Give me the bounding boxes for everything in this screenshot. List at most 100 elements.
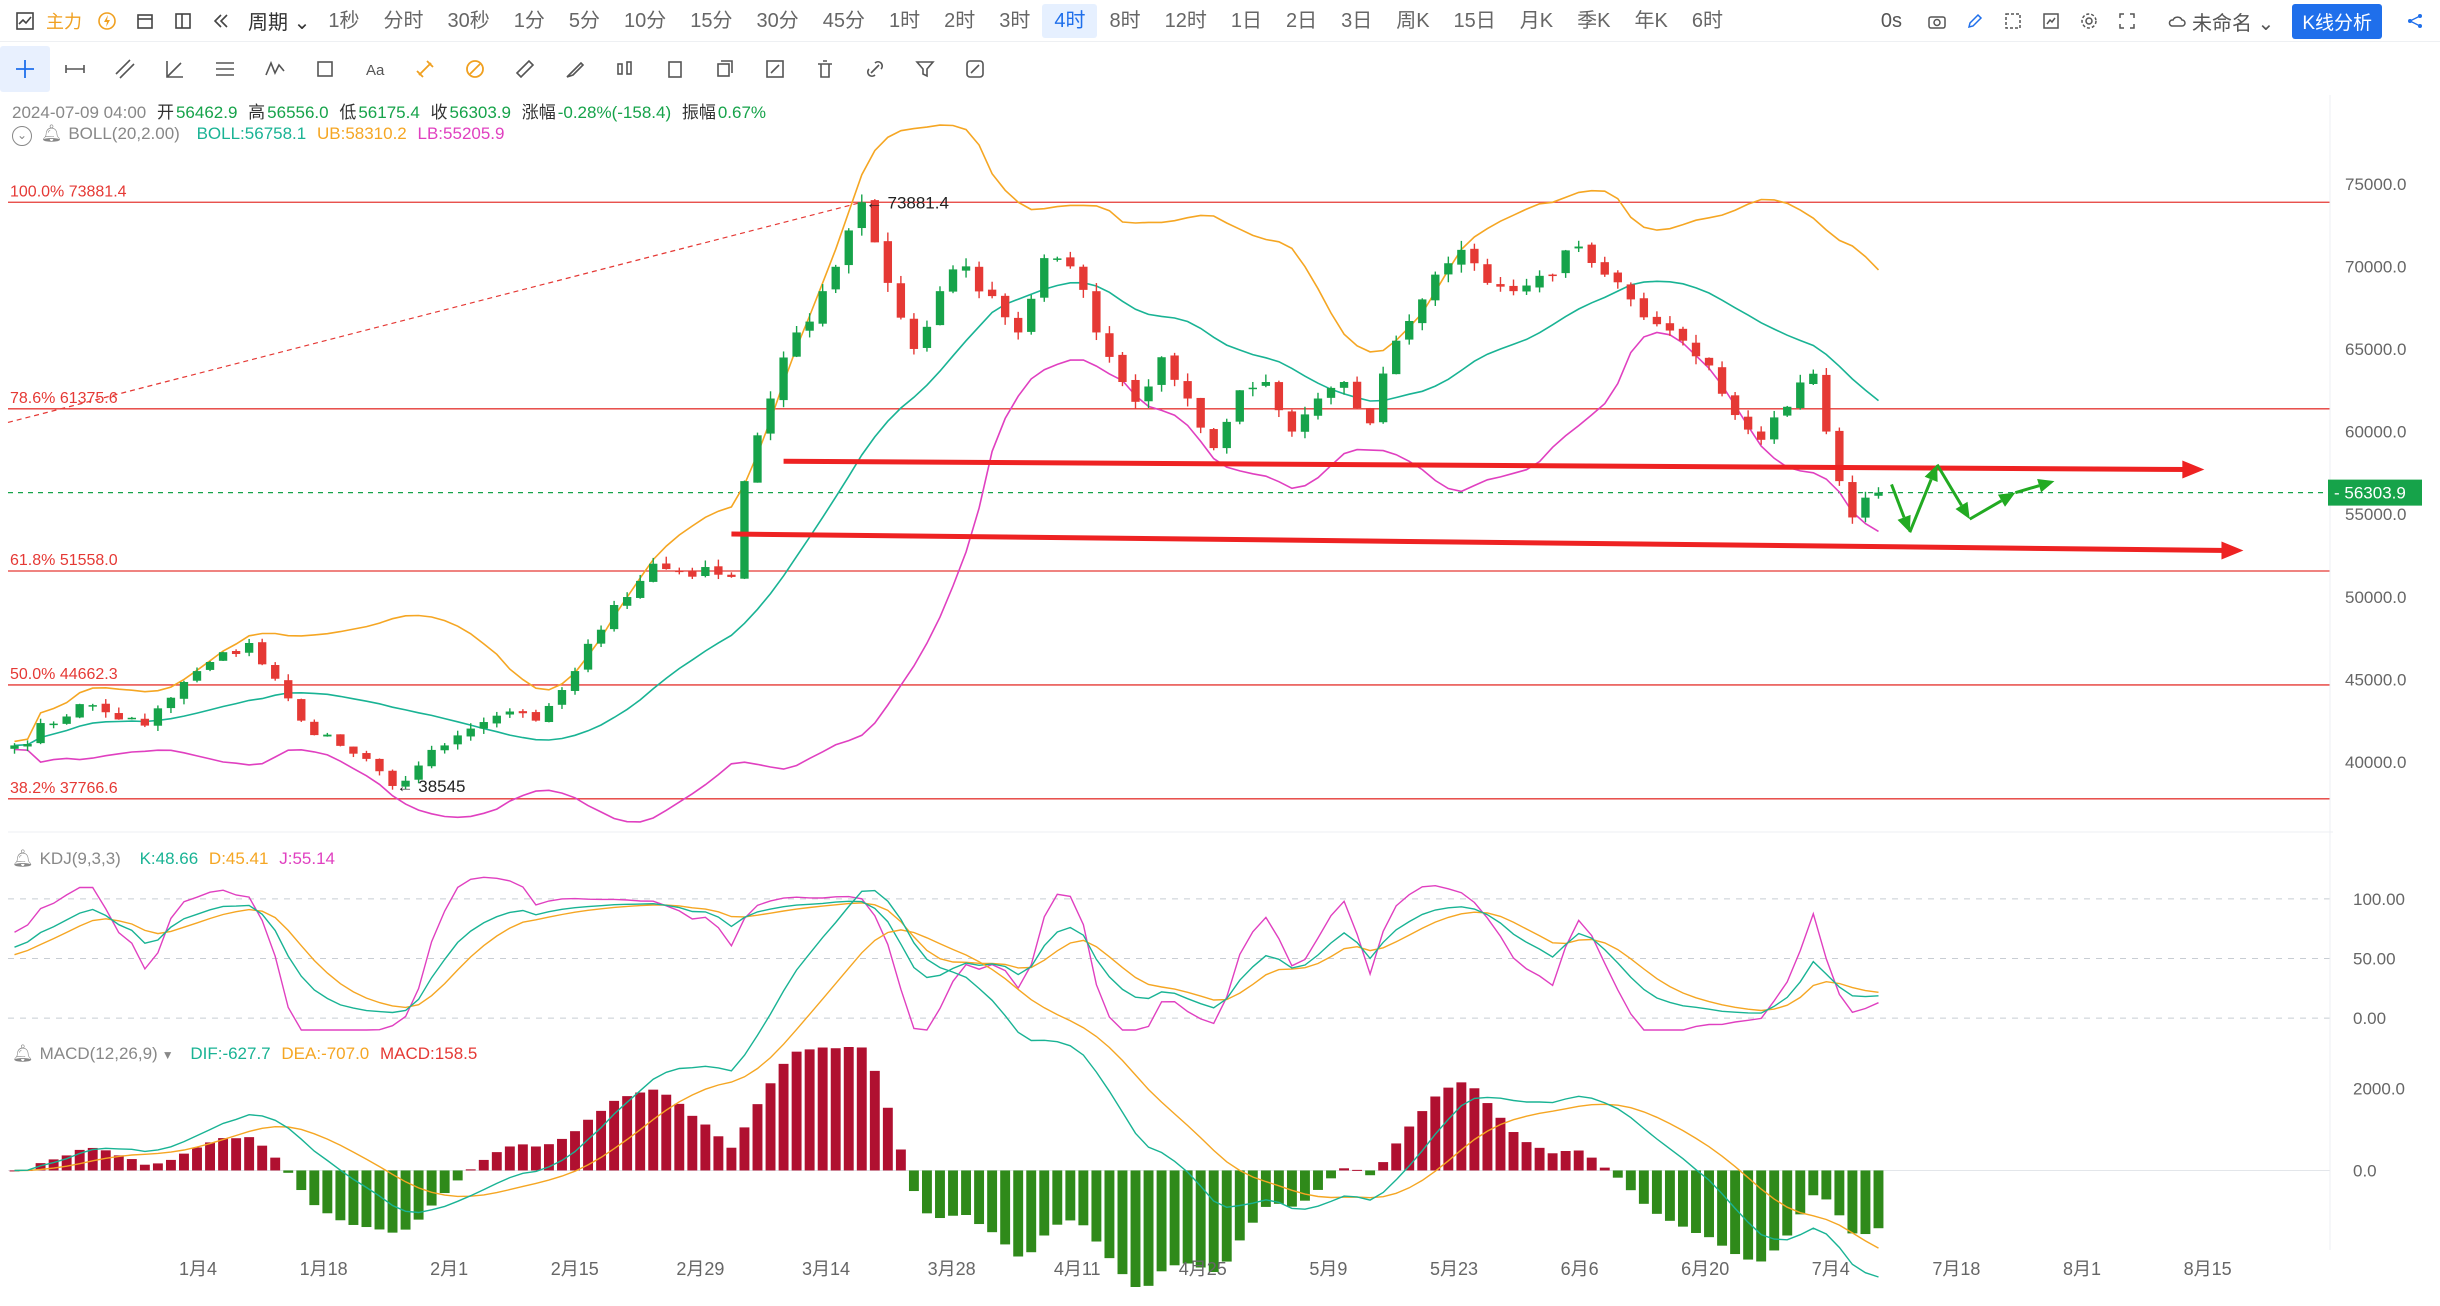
collapse-icon[interactable]: ⌄ — [12, 126, 32, 146]
period-5[interactable]: 10分 — [612, 4, 678, 38]
edit-note-icon[interactable] — [750, 46, 800, 92]
period-15[interactable]: 1日 — [1219, 4, 1274, 38]
macd-dea-value: -707.0 — [321, 1044, 370, 1063]
macd-histogram-bar — [1130, 1170, 1141, 1287]
settings-draw-icon[interactable] — [950, 46, 1000, 92]
candles-icon[interactable] — [600, 46, 650, 92]
indicator-panel-icon[interactable] — [2038, 8, 2064, 34]
period-22[interactable]: 年K — [1622, 4, 1679, 38]
macd-histogram-bar — [1143, 1170, 1154, 1286]
period-13[interactable]: 8时 — [1097, 4, 1152, 38]
rectangle-tool-icon[interactable] — [300, 46, 350, 92]
macd-histogram-bar — [791, 1051, 802, 1171]
macd-histogram-bar — [1756, 1170, 1767, 1262]
crosshair-icon[interactable] — [0, 46, 50, 92]
macd-histogram-bar — [713, 1136, 724, 1171]
boll-label[interactable]: BOLL(20,2.00) — [68, 124, 180, 143]
macd-histogram-bar — [856, 1047, 867, 1171]
candle-body — [1053, 258, 1062, 260]
brush-icon[interactable] — [550, 46, 600, 92]
period-19[interactable]: 15日 — [1442, 4, 1508, 38]
candle-body — [1783, 406, 1792, 416]
candle-body — [1092, 291, 1101, 333]
main-indicator-button[interactable]: 主力 — [46, 8, 82, 34]
horizontal-segment-icon[interactable] — [50, 46, 100, 92]
macd-histogram-bar — [1117, 1170, 1128, 1275]
layout-icon[interactable] — [170, 8, 196, 34]
clipboard-icon[interactable] — [650, 46, 700, 92]
period-17[interactable]: 3日 — [1329, 4, 1384, 38]
camera-icon[interactable] — [1924, 8, 1950, 34]
candle-body — [1378, 373, 1388, 423]
period-10[interactable]: 2时 — [932, 4, 987, 38]
kline-analysis-button[interactable]: K线分析 — [2292, 3, 2382, 39]
magnet-icon[interactable] — [400, 46, 450, 92]
period-8[interactable]: 45分 — [811, 4, 877, 38]
chevron-down-icon[interactable]: ▼ — [162, 1048, 174, 1062]
period-14[interactable]: 12时 — [1153, 4, 1219, 38]
period-2[interactable]: 30秒 — [435, 4, 501, 38]
period-16[interactable]: 2日 — [1274, 4, 1329, 38]
period-4[interactable]: 5分 — [557, 4, 612, 38]
ruler-icon[interactable] — [500, 46, 550, 92]
period-23[interactable]: 6时 — [1680, 4, 1735, 38]
template-selector[interactable]: 未命名 ⌄ — [2192, 7, 2274, 36]
period-20[interactable]: 月K — [1508, 4, 1565, 38]
macd-histogram-bar — [1821, 1170, 1832, 1200]
period-dropdown-label: 周期 — [248, 12, 288, 34]
cloud-icon[interactable] — [2164, 8, 2190, 34]
period-7[interactable]: 30分 — [744, 4, 810, 38]
link-icon[interactable] — [850, 46, 900, 92]
period-18[interactable]: 周K — [1384, 4, 1441, 38]
period-11[interactable]: 3时 — [987, 4, 1042, 38]
macd-histogram-bar — [179, 1153, 189, 1171]
candle-body — [1743, 416, 1753, 430]
parallel-lines-icon[interactable] — [100, 46, 150, 92]
bell-icon[interactable]: 🔔︎ — [41, 124, 63, 143]
trash-icon[interactable] — [800, 46, 850, 92]
period-21[interactable]: 季K — [1565, 4, 1622, 38]
macd-histogram-bar — [557, 1138, 567, 1171]
period-6[interactable]: 15分 — [678, 4, 744, 38]
replay-icon[interactable] — [208, 8, 234, 34]
lightning-icon[interactable] — [94, 8, 120, 34]
macd-hist-value: 158.5 — [434, 1044, 478, 1063]
candle-body — [1157, 357, 1166, 385]
candle-body — [401, 780, 410, 787]
macd-histogram-bar — [635, 1092, 646, 1171]
macd-dif-value: -627.7 — [222, 1044, 271, 1063]
kdj-label[interactable]: KDJ(9,3,3) — [40, 849, 121, 868]
macd-histogram-bar — [1560, 1151, 1571, 1171]
macd-histogram-bar — [1482, 1103, 1493, 1171]
candle-body — [701, 567, 710, 577]
bell-icon[interactable]: 🔔︎ — [12, 849, 34, 868]
chevron-down-icon: ⌄ — [293, 12, 311, 34]
lock-draw-icon[interactable] — [450, 46, 500, 92]
period-dropdown[interactable]: 周期 ⌄ — [248, 6, 310, 35]
angle-tool-icon[interactable] — [150, 46, 200, 92]
fibonacci-icon[interactable] — [200, 46, 250, 92]
calendar-icon[interactable] — [132, 8, 158, 34]
candle-body — [1496, 284, 1505, 287]
share-icon[interactable] — [2402, 8, 2428, 34]
filter-icon[interactable] — [900, 46, 950, 92]
boll-mid-value: 56758.1 — [244, 124, 307, 143]
select-region-icon[interactable] — [2000, 8, 2026, 34]
period-9[interactable]: 1时 — [877, 4, 932, 38]
period-0[interactable]: 1秒 — [316, 4, 371, 38]
macd-label[interactable]: MACD(12,26,9) — [40, 1044, 158, 1063]
candle-body — [62, 716, 71, 724]
copy-icon[interactable] — [700, 46, 750, 92]
gear-icon[interactable] — [2076, 8, 2102, 34]
bell-icon[interactable]: 🔔︎ — [12, 1044, 34, 1063]
candle-body — [1639, 298, 1649, 318]
kline-chart[interactable]: 100.0% 73881.4 78.6% 61375.6 61.8% 51558.0… — [0, 0, 2440, 1306]
text-tool-icon[interactable]: Aa — [350, 46, 400, 92]
wave-tool-icon[interactable] — [250, 46, 300, 92]
chart-type-icon[interactable] — [12, 8, 38, 34]
period-12[interactable]: 4时 — [1042, 3, 1098, 38]
fullscreen-icon[interactable] — [2114, 8, 2140, 34]
period-3[interactable]: 1分 — [502, 4, 557, 38]
period-1[interactable]: 分时 — [371, 4, 435, 38]
pencil-icon[interactable] — [1962, 8, 1988, 34]
